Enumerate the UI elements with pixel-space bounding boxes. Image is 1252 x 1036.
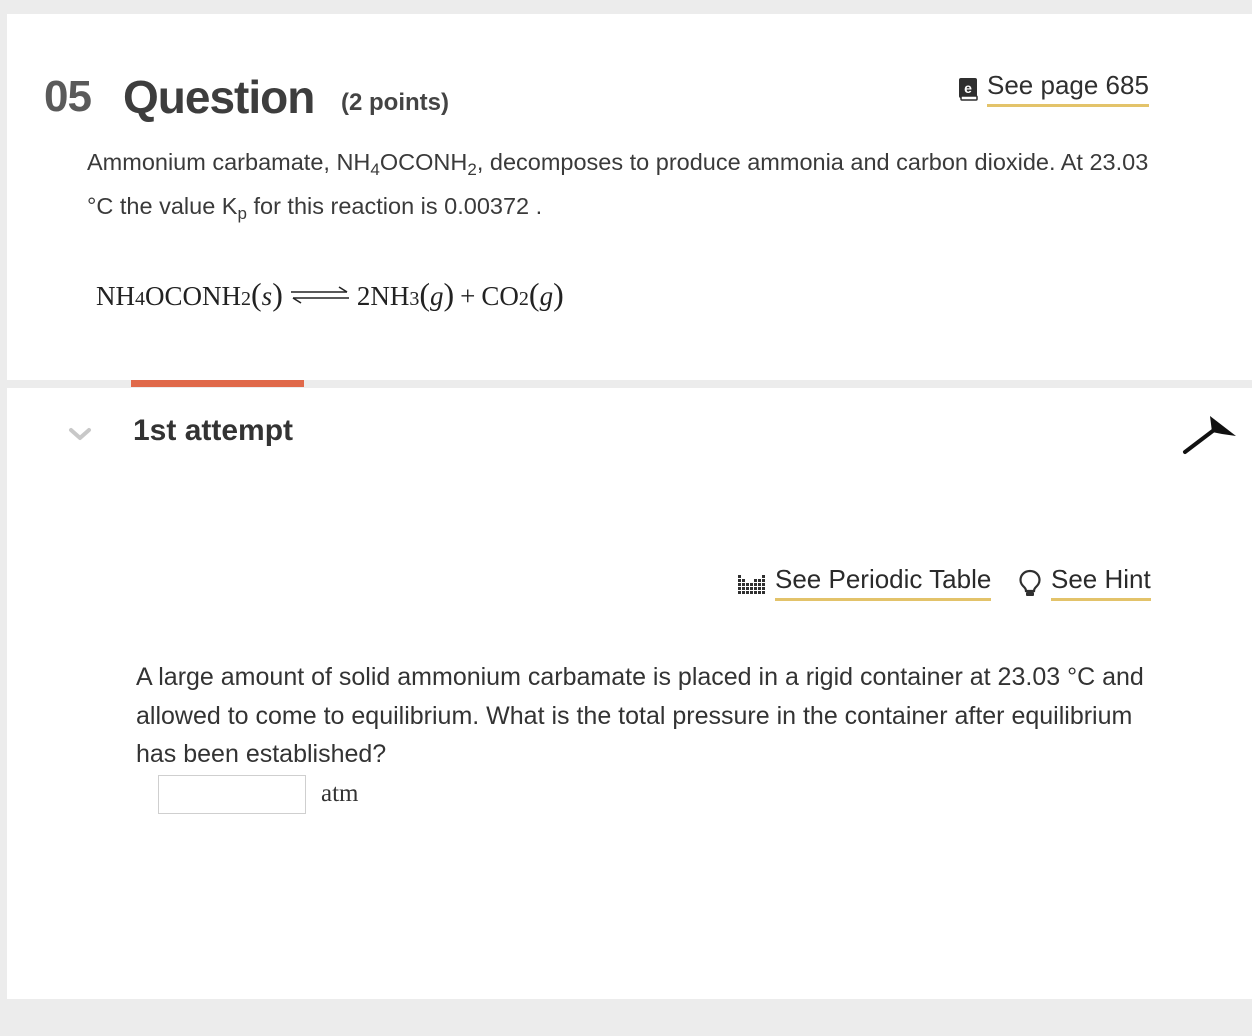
equation-text: NH (96, 281, 135, 311)
question-points: (2 points) (341, 89, 449, 116)
periodic-table-link[interactable]: See Periodic Table (737, 564, 992, 601)
see-page-label: See page 685 (987, 70, 1149, 107)
answer-unit: atm (321, 780, 359, 807)
chemical-equation: NH 4 OCONH 2(s) 2NH 3(g) + CO 2(g) (96, 276, 564, 312)
equation-paren: ) (553, 276, 564, 312)
see-page-link[interactable]: e See page 685 (958, 70, 1149, 107)
intro-subscript: 4 (370, 160, 380, 179)
equation-text: OCONH (145, 281, 242, 311)
equation-state: s (261, 281, 273, 311)
periodic-table-label: See Periodic Table (775, 564, 992, 601)
question-prompt: A large amount of solid ammonium carbama… (136, 663, 1144, 768)
equation-paren: ( (419, 276, 430, 312)
equation-state: g (539, 281, 554, 311)
intro-part: for this reaction is 0.00372 . (246, 193, 543, 219)
attempt-tab-indicator (131, 380, 304, 387)
periodic-table-icon (738, 574, 765, 594)
equation-paren: ( (251, 276, 262, 312)
svg-text:e: e (964, 80, 972, 96)
intro-subscript: p (237, 204, 247, 223)
question-title: Question (123, 71, 315, 123)
hint-label: See Hint (1051, 564, 1151, 601)
answer-input[interactable] (158, 775, 306, 814)
intro-part: OCONH (379, 149, 468, 175)
intro-text: Ammonium carbamate, NH4OCONH2, decompose… (87, 140, 1167, 228)
equation-paren: ( (528, 276, 540, 312)
intro-part: Ammonium carbamate, NH (87, 149, 371, 175)
question-number: 05 (44, 72, 92, 121)
equation-state: g (430, 281, 444, 311)
intro-subscript: 2 (467, 160, 477, 179)
equation-paren: ) (272, 276, 283, 312)
pin-icon[interactable] (1182, 414, 1238, 456)
equilibrium-arrow-icon (290, 286, 349, 304)
lightbulb-icon (1019, 569, 1041, 596)
equation-plus: + (460, 281, 476, 311)
chevron-down-icon[interactable] (68, 426, 92, 442)
ebook-icon: e (958, 77, 978, 101)
equation-text: 2NH (356, 281, 410, 311)
attempt-label: 1st attempt (133, 414, 294, 447)
hint-link[interactable]: See Hint (1017, 564, 1151, 601)
equation-text: CO (481, 281, 519, 311)
equation-paren: ) (443, 276, 455, 312)
